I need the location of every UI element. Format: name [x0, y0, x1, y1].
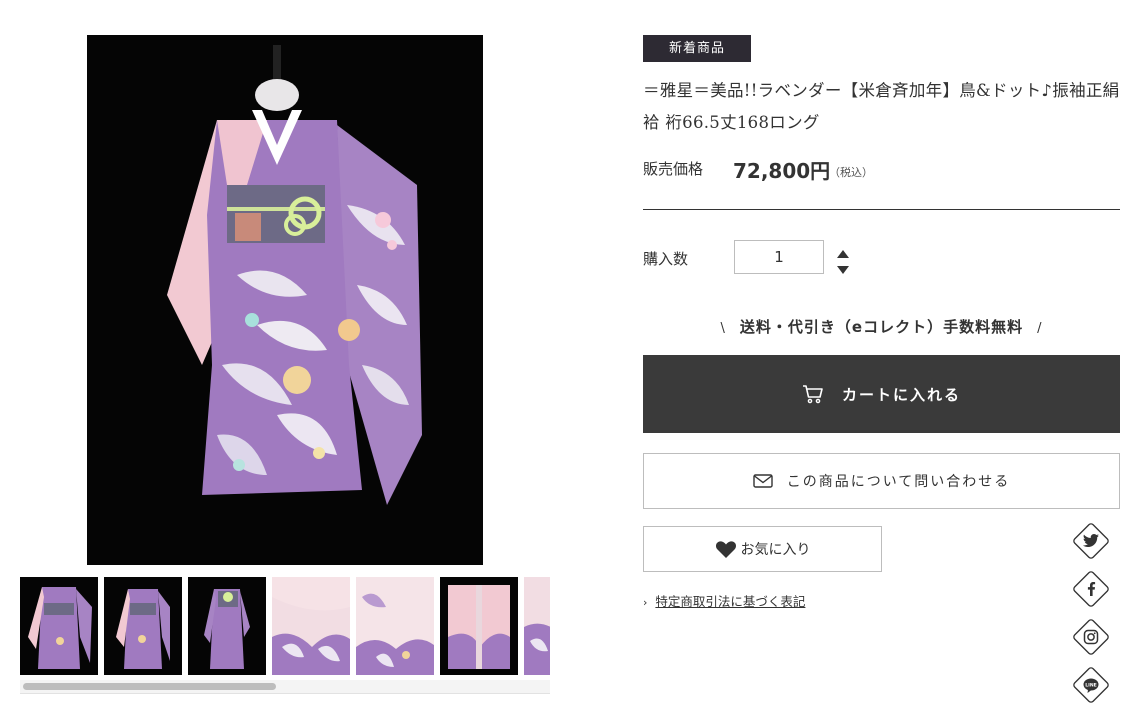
thumbnail-5[interactable] — [356, 577, 434, 675]
thumbnail-2[interactable] — [104, 577, 182, 675]
main-product-image[interactable] — [87, 35, 483, 565]
shipping-right-mark: / — [1037, 321, 1043, 336]
facebook-icon[interactable] — [1070, 568, 1112, 610]
thumbnail-strip — [20, 577, 550, 675]
price-value: 72,800円 — [733, 159, 831, 183]
chevron-right-icon: › — [643, 596, 648, 609]
add-to-cart-label: カートに入れる — [841, 385, 961, 404]
thumbnail-scrollbar-thumb[interactable] — [23, 683, 276, 690]
twitter-icon[interactable] — [1070, 520, 1112, 562]
legal-notice-label: 特定商取引法に基づく表記 — [655, 594, 806, 609]
product-title: ＝雅星＝美品!!ラベンダー【米倉斉加年】鳥&ドット♪振袖正絹袷 裄66.5丈16… — [643, 81, 1120, 132]
instagram-icon[interactable] — [1070, 616, 1112, 658]
shipping-text: 送料・代引き（eコレクト）手数料無料 — [739, 318, 1024, 336]
quantity-input[interactable] — [734, 240, 824, 274]
mail-icon — [753, 474, 773, 488]
svg-text:LINE: LINE — [1085, 682, 1097, 688]
thumbnail-4[interactable] — [272, 577, 350, 675]
line-icon[interactable]: LINE — [1070, 664, 1112, 706]
cart-icon — [802, 385, 823, 404]
favorite-button[interactable]: お気に入り — [643, 526, 882, 572]
add-to-cart-button[interactable]: カートに入れる — [643, 355, 1120, 433]
price-label: 販売価格 — [643, 160, 704, 178]
heart-icon — [715, 540, 736, 558]
thumbnail-3[interactable] — [188, 577, 266, 675]
quantity-label: 購入数 — [643, 250, 689, 268]
thumbnail-6[interactable] — [440, 577, 518, 675]
inquiry-button[interactable]: この商品について問い合わせる — [643, 453, 1120, 509]
price-tax-note: （税込） — [829, 166, 873, 179]
new-arrival-badge: 新着商品 — [643, 35, 751, 62]
thumbnail-1[interactable] — [20, 577, 98, 675]
favorite-label: お気に入り — [740, 542, 811, 558]
divider — [643, 209, 1120, 210]
legal-notice-link[interactable]: › 特定商取引法に基づく表記 — [643, 591, 805, 610]
inquiry-label: この商品について問い合わせる — [786, 474, 1011, 490]
quantity-increase-icon[interactable] — [836, 244, 850, 258]
thumbnail-7[interactable] — [524, 577, 550, 675]
shipping-left-mark: \ — [720, 321, 726, 336]
free-shipping-notice: \ 送料・代引き（eコレクト）手数料無料 / — [643, 316, 1120, 337]
quantity-decrease-icon[interactable] — [836, 260, 850, 274]
